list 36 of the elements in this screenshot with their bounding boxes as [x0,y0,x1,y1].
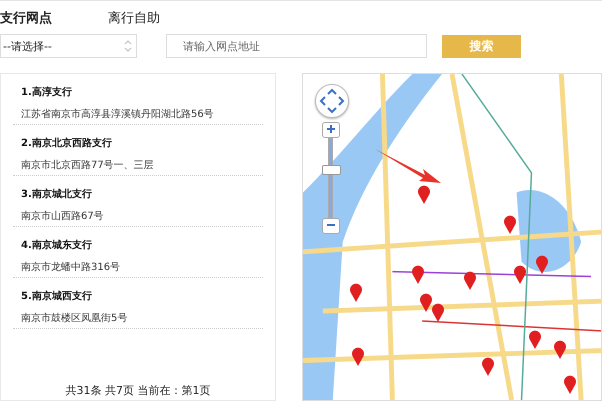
branch-address: 南京市鼓楼区凤凰街5号 [21,312,128,326]
zoom-in-button[interactable] [322,122,340,138]
map-marker-icon[interactable] [411,264,425,284]
branch-name[interactable]: 4.南京城东支行 [21,239,263,253]
map-marker-icon[interactable] [419,292,433,312]
branch-address: 南京市北京西路77号一、三层 [21,159,155,173]
map-marker-icon[interactable] [528,329,542,349]
pan-control[interactable] [315,84,349,118]
map-marker-icon[interactable] [351,346,365,366]
map-marker-icon[interactable] [553,339,567,359]
branch-address: 南京市山西路67号 [21,210,105,224]
branch-name[interactable]: 2.南京北京西路支行 [21,137,263,151]
map-marker-icon[interactable] [481,356,495,376]
branch-name[interactable]: 1.高淳支行 [21,86,263,100]
map-marker-icon[interactable] [503,214,517,234]
zoom-out-button[interactable] [322,218,340,234]
map-marker-icon[interactable] [349,282,363,302]
map-marker-icon[interactable] [463,270,477,290]
plus-icon [326,124,336,134]
zoom-slider-thumb[interactable] [322,165,340,175]
map-marker-icon[interactable] [431,302,445,322]
map-marker-icon[interactable] [513,264,527,284]
pagination-text: 共31条 共7页 当前在：第1页 [64,383,212,398]
map-marker-icon[interactable] [417,184,431,204]
branch-name[interactable]: 5.南京城西支行 [21,290,263,304]
tab[interactable]: 离行自助 [78,11,160,33]
zoom-slider[interactable] [322,138,340,218]
branch-address: 江苏省南京市高淳县淳溪镇丹阳湖北路56号 [21,108,215,122]
map-marker-icon[interactable] [563,374,577,394]
branch-select[interactable]: --请选择-- [0,34,137,58]
branch-address: 南京市龙蟠中路316号 [21,261,122,275]
map-marker-icon[interactable] [535,254,549,274]
chevron-up-down-icon [124,39,132,53]
branch-name[interactable]: 3.南京城北支行 [21,188,263,202]
tab[interactable]: 支行网点 [0,11,52,33]
address-input[interactable]: 请输入网点地址 [166,34,427,58]
